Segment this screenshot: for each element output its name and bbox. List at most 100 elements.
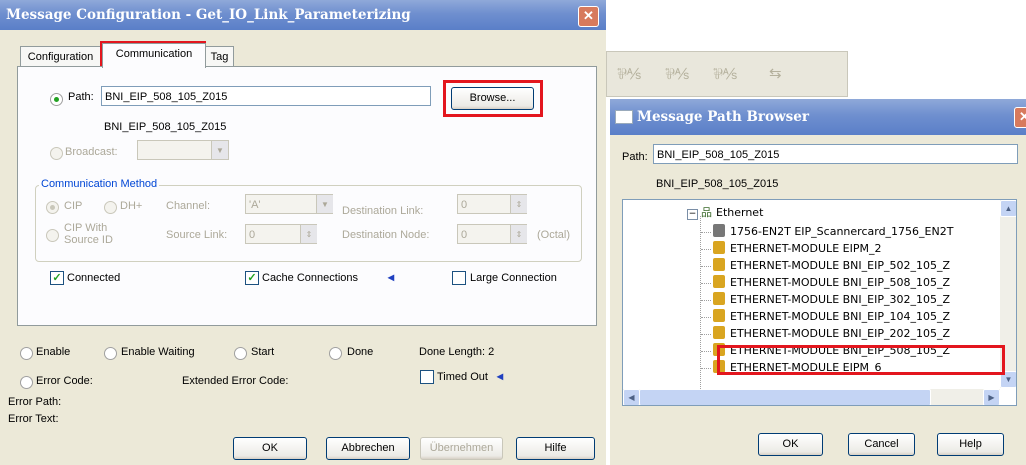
- tree-node-module[interactable]: ETHERNET-MODULE BNI_EIP_202_105_Z: [701, 326, 950, 342]
- ethernet-module-icon: [713, 360, 725, 373]
- collapse-icon[interactable]: −: [687, 209, 698, 220]
- destination-node-label: Destination Node:: [342, 229, 430, 241]
- tree-line: [701, 232, 711, 233]
- browser-cancel-button[interactable]: Cancel: [848, 433, 915, 456]
- tree-line: [701, 334, 711, 335]
- browser-titlebar[interactable]: Message Path Browser ✕: [610, 99, 1026, 135]
- browser-ok-button[interactable]: OK: [758, 433, 823, 456]
- destination-link-label: Destination Link:: [342, 205, 424, 217]
- error-code-label: Error Code:: [36, 375, 93, 387]
- toolbar-instruction-icon[interactable]: ⅌⅍: [665, 64, 689, 84]
- close-icon[interactable]: ✕: [578, 6, 599, 27]
- scroll-up-icon[interactable]: ▲: [1000, 200, 1016, 217]
- cip-source-radio[interactable]: [46, 229, 59, 242]
- help-button[interactable]: Hilfe: [516, 437, 595, 460]
- message-configuration-dialog: Message Configuration - Get_IO_Link_Para…: [0, 0, 606, 465]
- module-tree[interactable]: − 品 Ethernet 1756-EN2T EIP_Scannercard_175…: [622, 199, 1017, 406]
- chevron-down-icon[interactable]: ▼: [316, 195, 333, 213]
- dialog-title: Message Configuration - Get_IO_Link_Para…: [6, 7, 411, 23]
- scroll-left-icon[interactable]: ◀: [623, 389, 640, 405]
- tab-communication[interactable]: Communication: [102, 43, 206, 68]
- tree-line: [701, 283, 711, 284]
- dhplus-radio[interactable]: [104, 201, 117, 214]
- toolbar-instruction-icon[interactable]: ⅌⅍: [713, 64, 737, 84]
- apply-button[interactable]: Übernehmen: [420, 437, 503, 460]
- ethernet-module-icon: [713, 326, 725, 339]
- connected-label: Connected: [67, 272, 121, 284]
- browser-path-resolved: BNI_EIP_508_105_Z015: [656, 178, 779, 190]
- tree-node-label: ETHERNET-MODULE BNI_EIP_508_105_Z: [730, 276, 951, 289]
- path-radio[interactable]: [50, 93, 63, 106]
- spinner-icon[interactable]: ⇕: [510, 195, 527, 213]
- tree-line: [701, 300, 711, 301]
- tree-line: [701, 266, 711, 267]
- large-connection-label: Large Connection: [470, 272, 557, 284]
- spinner-icon[interactable]: ⇕: [510, 225, 527, 243]
- browser-path-value: BNI_EIP_508_105_Z015: [657, 149, 780, 161]
- dhplus-label: DH+: [120, 200, 143, 212]
- tab-tag[interactable]: Tag: [205, 46, 234, 67]
- toolbar-instruction-icon[interactable]: ⅌⅍: [617, 64, 641, 84]
- source-link-value: 0: [249, 229, 256, 241]
- tree-node-module[interactable]: ETHERNET-MODULE BNI_EIP_502_105_Z: [701, 258, 950, 274]
- tree-node-module[interactable]: ETHERNET-MODULE EIPM_2: [701, 241, 881, 257]
- browser-help-button[interactable]: Help: [937, 433, 1004, 456]
- enable-label: Enable: [36, 346, 71, 358]
- ethernet-module-icon: [713, 292, 725, 305]
- tree-node-module[interactable]: ETHERNET-MODULE BNI_EIP_104_105_Z: [701, 309, 950, 325]
- browser-title: Message Path Browser: [637, 109, 809, 125]
- tree-node-ethernet[interactable]: − 品 Ethernet: [687, 205, 763, 221]
- tree-line: [701, 317, 711, 318]
- ethernet-module-icon: [713, 258, 725, 271]
- connected-checkbox[interactable]: ✓: [50, 271, 64, 285]
- browse-button[interactable]: Browse...: [451, 87, 534, 110]
- scroll-right-icon[interactable]: ▶: [983, 389, 1000, 405]
- path-input[interactable]: BNI_EIP_508_105_Z015: [101, 86, 431, 106]
- enable-waiting-indicator: [104, 347, 117, 360]
- timed-out-indicator: [420, 370, 434, 384]
- start-label: Start: [251, 346, 275, 358]
- browser-path-input[interactable]: BNI_EIP_508_105_Z015: [653, 144, 1018, 164]
- tree-node-module[interactable]: ETHERNET-MODULE BNI_EIP_508_105_Z: [701, 343, 950, 359]
- toolbar-branch-icon[interactable]: ⇆: [769, 64, 782, 82]
- tree-node-module[interactable]: 1756-EN2T EIP_Scannercard_1756_EN2T: [701, 224, 953, 240]
- ok-button[interactable]: OK: [233, 437, 307, 460]
- ethernet-module-icon: [713, 241, 725, 254]
- large-connection-checkbox[interactable]: [452, 271, 466, 285]
- broadcast-radio[interactable]: [50, 147, 63, 160]
- tab-configuration[interactable]: Configuration: [20, 46, 101, 67]
- error-text-label: Error Text:: [8, 413, 59, 425]
- error-code-indicator: [20, 376, 33, 389]
- broadcast-label: Broadcast:: [65, 146, 118, 158]
- background-toolbar: ⅌⅍ ⅌⅍ ⅌⅍ ⇆: [606, 51, 848, 97]
- communication-method-label: Communication Method: [39, 178, 160, 190]
- cip-radio[interactable]: [46, 201, 59, 214]
- scroll-thumb[interactable]: [639, 389, 931, 405]
- tree-node-module[interactable]: ETHERNET-MODULE EIPM_6: [701, 360, 881, 376]
- ethernet-module-icon: [713, 309, 725, 322]
- tree-node-module[interactable]: ETHERNET-MODULE BNI_EIP_302_105_Z: [701, 292, 950, 308]
- dialog-titlebar[interactable]: Message Configuration - Get_IO_Link_Para…: [0, 0, 606, 30]
- ethernet-module-icon: [713, 343, 725, 356]
- module-card-icon: [713, 224, 725, 237]
- cip-source-label-line2: Source ID: [64, 234, 113, 246]
- cancel-button[interactable]: Abbrechen: [326, 437, 410, 460]
- horizontal-scrollbar[interactable]: ◀ ▶: [623, 389, 1000, 405]
- vertical-scrollbar[interactable]: ▲ ▼: [1000, 200, 1016, 388]
- tree-line: [701, 249, 711, 250]
- arrow-left-icon: ◂: [388, 270, 395, 284]
- cache-connections-checkbox[interactable]: ✓: [245, 271, 259, 285]
- destination-link-value: 0: [461, 199, 468, 211]
- scroll-down-icon[interactable]: ▼: [1000, 371, 1016, 388]
- network-icon: 品: [701, 206, 712, 219]
- spinner-icon[interactable]: ⇕: [300, 225, 317, 243]
- close-icon[interactable]: ✕: [1014, 107, 1026, 128]
- tree-node-module[interactable]: ETHERNET-MODULE BNI_EIP_508_105_Z: [701, 275, 950, 291]
- chevron-down-icon[interactable]: ▼: [211, 141, 228, 159]
- done-indicator: [329, 347, 342, 360]
- cip-source-label: CIP With Source ID: [64, 222, 113, 246]
- tree-line: [701, 351, 711, 352]
- path-input-value: BNI_EIP_508_105_Z015: [105, 91, 228, 103]
- destination-node-value: 0: [461, 229, 468, 241]
- done-label: Done: [347, 346, 374, 358]
